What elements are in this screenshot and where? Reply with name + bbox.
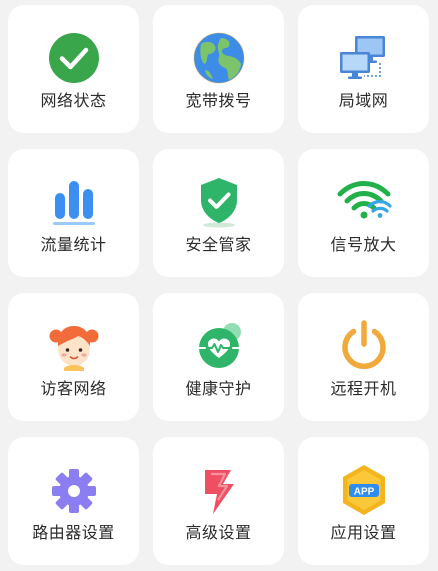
tile-label: 路由器设置 bbox=[32, 523, 115, 542]
app-settings-tile[interactable]: APP 应用设置 bbox=[298, 437, 429, 565]
lan-tile[interactable]: 局域网 bbox=[298, 5, 429, 133]
power-icon bbox=[336, 318, 392, 374]
remote-boot-tile[interactable]: 远程开机 bbox=[298, 293, 429, 421]
tile-label: 信号放大 bbox=[330, 235, 397, 254]
traffic-stats-tile[interactable]: 流量统计 bbox=[8, 149, 139, 277]
shield-check-icon bbox=[191, 174, 247, 230]
tile-label: 健康守护 bbox=[185, 379, 252, 398]
gear-icon bbox=[46, 462, 102, 518]
tile-label: 宽带拨号 bbox=[185, 91, 252, 110]
app-badge-icon: APP bbox=[336, 462, 392, 518]
app-badge-text: APP bbox=[353, 486, 374, 497]
tile-label: 应用设置 bbox=[330, 523, 397, 542]
advanced-settings-tile[interactable]: 高级设置 bbox=[153, 437, 284, 565]
lightning-icon bbox=[191, 462, 247, 518]
network-status-tile[interactable]: 网络状态 bbox=[8, 5, 139, 133]
feature-grid: 网络状态 宽带拨号 局域网 流量统计 安全管家 信号放大 访客网络 健康守护 远… bbox=[0, 0, 438, 571]
signal-boost-tile[interactable]: 信号放大 bbox=[298, 149, 429, 277]
check-circle-icon bbox=[46, 30, 102, 86]
health-guard-tile[interactable]: 健康守护 bbox=[153, 293, 284, 421]
bar-chart-icon bbox=[46, 174, 102, 230]
tile-label: 高级设置 bbox=[185, 523, 252, 542]
tile-label: 访客网络 bbox=[40, 379, 107, 398]
girl-face-icon bbox=[46, 318, 102, 374]
computers-icon bbox=[336, 30, 392, 86]
router-settings-tile[interactable]: 路由器设置 bbox=[8, 437, 139, 565]
tile-label: 网络状态 bbox=[40, 91, 107, 110]
guest-network-tile[interactable]: 访客网络 bbox=[8, 293, 139, 421]
tile-label: 安全管家 bbox=[185, 235, 252, 254]
wifi-signal-icon bbox=[336, 174, 392, 230]
globe-icon bbox=[191, 30, 247, 86]
heart-pulse-icon bbox=[191, 318, 247, 374]
tile-label: 远程开机 bbox=[330, 379, 397, 398]
broadband-dial-tile[interactable]: 宽带拨号 bbox=[153, 5, 284, 133]
tile-label: 局域网 bbox=[338, 91, 389, 110]
tile-label: 流量统计 bbox=[40, 235, 107, 254]
security-guard-tile[interactable]: 安全管家 bbox=[153, 149, 284, 277]
